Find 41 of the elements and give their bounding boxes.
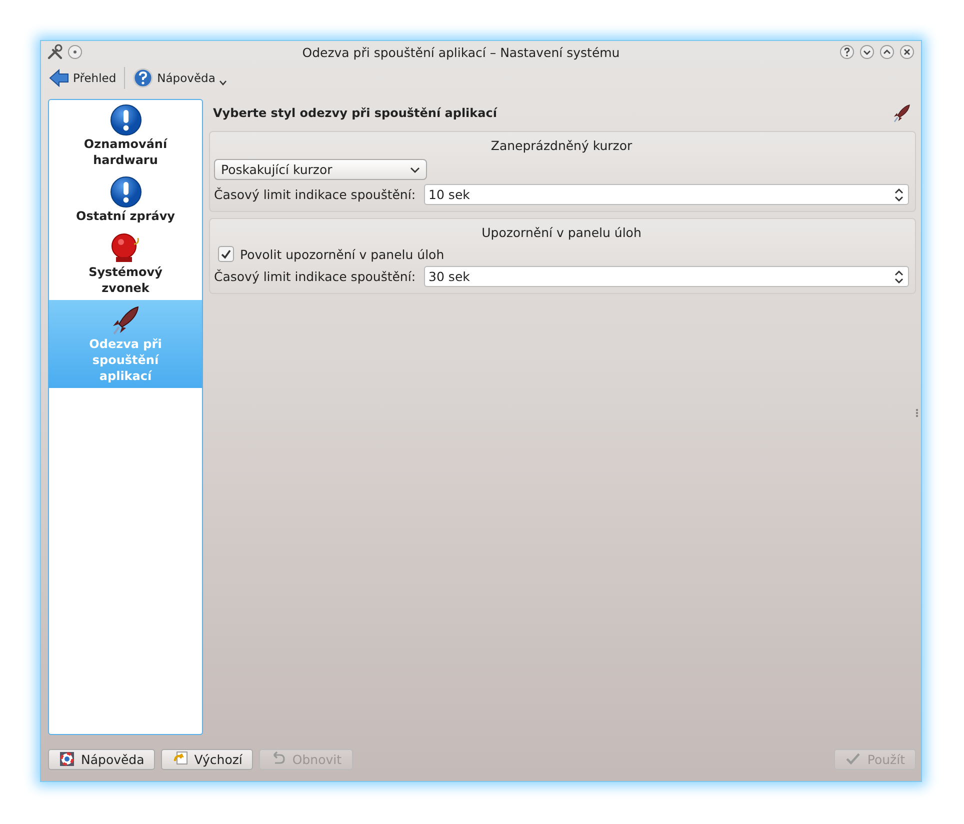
sidebar-label: Ostatní zprávy	[76, 208, 175, 224]
spin-arrows-icon	[894, 188, 904, 202]
sidebar-item[interactable]: Oznamování hardwaru	[49, 100, 202, 172]
timeout-spinbox[interactable]: 30 sek	[424, 266, 909, 287]
pin-icon[interactable]	[67, 44, 83, 60]
left-arrow-icon	[49, 68, 69, 88]
caret-icon	[410, 166, 420, 172]
defaults-button[interactable]: Výchozí	[161, 748, 254, 770]
rocket-icon	[892, 103, 912, 123]
checkmark-icon	[845, 751, 862, 767]
spin-arrows-icon	[894, 270, 904, 284]
help-button[interactable]: Nápověda	[48, 748, 156, 770]
sidebar-label: Odezva při spouštění aplikací	[88, 336, 163, 384]
bell-icon	[110, 232, 142, 264]
window-title: Odezva při spouštění aplikací – Nastavení systému	[301, 44, 621, 60]
tools-icon[interactable]	[47, 44, 63, 60]
help-icon	[133, 68, 154, 88]
maximize-icon[interactable]	[879, 44, 895, 60]
resize-grip[interactable]	[916, 409, 920, 417]
minimize-icon[interactable]	[859, 44, 875, 60]
help-icon[interactable]	[839, 44, 855, 60]
sidebar-item[interactable]: Systémový zvonek	[49, 228, 202, 300]
field-label: Časový limit indikace spouštění:	[214, 269, 416, 284]
back-button[interactable]: Přehled	[47, 66, 118, 90]
close-icon[interactable]	[899, 44, 915, 60]
page-heading: Vyberte styl odezvy při spouštění aplikací	[213, 106, 497, 120]
sidebar-label: Oznamování hardwaru	[82, 136, 168, 168]
group-title: Zaneprázdněný kurzor	[490, 137, 634, 155]
help-button[interactable]: Nápověda	[131, 66, 230, 90]
checkbox-label: Povolit upozornění v panelu úloh	[240, 246, 444, 262]
field-label: Časový limit indikace spouštění:	[214, 187, 416, 202]
exclamation-icon	[110, 176, 142, 208]
exclamation-icon	[110, 104, 142, 136]
timeout-spinbox[interactable]: 10 sek	[424, 184, 909, 205]
sidebar-label: Systémový zvonek	[88, 264, 164, 296]
checkbox[interactable]	[218, 246, 234, 262]
lifebuoy-icon	[59, 751, 75, 767]
sidebar-item[interactable]: Ostatní zprávy	[49, 172, 202, 228]
style-dropdown[interactable]: Poskakující kurzor	[214, 159, 427, 180]
undo-arrow-icon	[172, 751, 188, 767]
group-title: Upozornění v panelu úloh	[480, 224, 642, 242]
